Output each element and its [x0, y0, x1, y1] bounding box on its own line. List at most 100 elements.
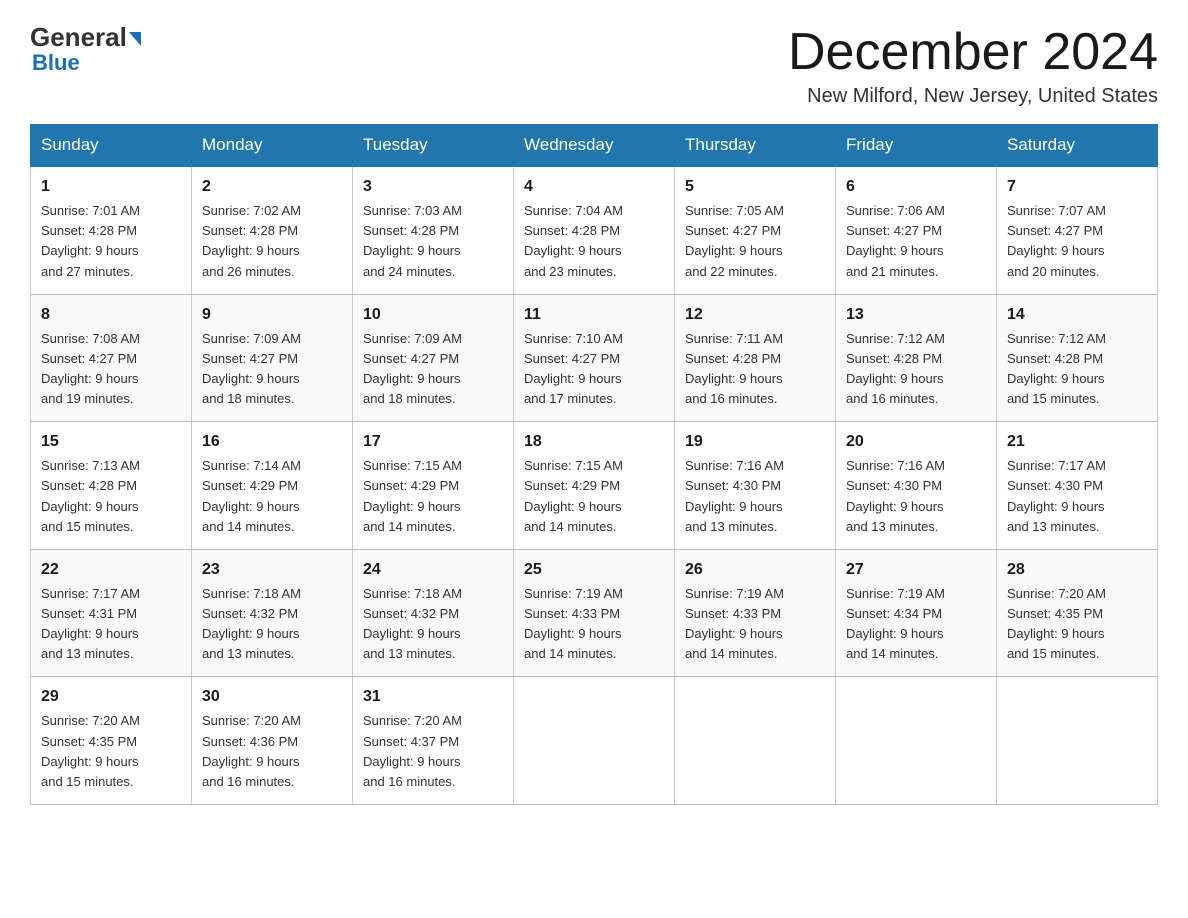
calendar-cell: 9Sunrise: 7:09 AMSunset: 4:27 PMDaylight…	[192, 294, 353, 422]
day-number: 26	[685, 558, 825, 582]
week-row-5: 29Sunrise: 7:20 AMSunset: 4:35 PMDayligh…	[31, 677, 1158, 805]
day-info: Sunrise: 7:03 AMSunset: 4:28 PMDaylight:…	[363, 201, 503, 282]
day-number: 5	[685, 175, 825, 199]
page-header: General Blue December 2024 New Milford, …	[30, 24, 1158, 108]
logo: General Blue	[30, 24, 141, 76]
week-row-4: 22Sunrise: 7:17 AMSunset: 4:31 PMDayligh…	[31, 549, 1158, 677]
calendar-cell: 22Sunrise: 7:17 AMSunset: 4:31 PMDayligh…	[31, 549, 192, 677]
day-number: 4	[524, 175, 664, 199]
day-info: Sunrise: 7:06 AMSunset: 4:27 PMDaylight:…	[846, 201, 986, 282]
month-title: December 2024	[788, 24, 1158, 81]
calendar-cell: 25Sunrise: 7:19 AMSunset: 4:33 PMDayligh…	[514, 549, 675, 677]
day-info: Sunrise: 7:17 AMSunset: 4:30 PMDaylight:…	[1007, 456, 1147, 537]
day-info: Sunrise: 7:18 AMSunset: 4:32 PMDaylight:…	[363, 584, 503, 665]
day-number: 9	[202, 303, 342, 327]
day-number: 20	[846, 430, 986, 454]
day-number: 8	[41, 303, 181, 327]
day-info: Sunrise: 7:16 AMSunset: 4:30 PMDaylight:…	[685, 456, 825, 537]
day-number: 3	[363, 175, 503, 199]
day-number: 21	[1007, 430, 1147, 454]
calendar-cell: 30Sunrise: 7:20 AMSunset: 4:36 PMDayligh…	[192, 677, 353, 805]
calendar-cell: 27Sunrise: 7:19 AMSunset: 4:34 PMDayligh…	[836, 549, 997, 677]
day-info: Sunrise: 7:17 AMSunset: 4:31 PMDaylight:…	[41, 584, 181, 665]
day-info: Sunrise: 7:10 AMSunset: 4:27 PMDaylight:…	[524, 329, 664, 410]
day-info: Sunrise: 7:15 AMSunset: 4:29 PMDaylight:…	[363, 456, 503, 537]
day-info: Sunrise: 7:20 AMSunset: 4:35 PMDaylight:…	[1007, 584, 1147, 665]
calendar-cell: 1Sunrise: 7:01 AMSunset: 4:28 PMDaylight…	[31, 166, 192, 294]
calendar-cell: 6Sunrise: 7:06 AMSunset: 4:27 PMDaylight…	[836, 166, 997, 294]
day-number: 1	[41, 175, 181, 199]
calendar-cell	[675, 677, 836, 805]
day-info: Sunrise: 7:18 AMSunset: 4:32 PMDaylight:…	[202, 584, 342, 665]
day-number: 19	[685, 430, 825, 454]
day-info: Sunrise: 7:11 AMSunset: 4:28 PMDaylight:…	[685, 329, 825, 410]
calendar-cell: 15Sunrise: 7:13 AMSunset: 4:28 PMDayligh…	[31, 422, 192, 550]
day-number: 14	[1007, 303, 1147, 327]
calendar-cell: 18Sunrise: 7:15 AMSunset: 4:29 PMDayligh…	[514, 422, 675, 550]
day-number: 23	[202, 558, 342, 582]
calendar-cell: 4Sunrise: 7:04 AMSunset: 4:28 PMDaylight…	[514, 166, 675, 294]
day-number: 15	[41, 430, 181, 454]
calendar-header: SundayMondayTuesdayWednesdayThursdayFrid…	[31, 125, 1158, 167]
day-number: 30	[202, 685, 342, 709]
day-number: 24	[363, 558, 503, 582]
day-number: 11	[524, 303, 664, 327]
day-info: Sunrise: 7:14 AMSunset: 4:29 PMDaylight:…	[202, 456, 342, 537]
calendar-cell: 29Sunrise: 7:20 AMSunset: 4:35 PMDayligh…	[31, 677, 192, 805]
col-header-saturday: Saturday	[997, 125, 1158, 167]
calendar-cell: 5Sunrise: 7:05 AMSunset: 4:27 PMDaylight…	[675, 166, 836, 294]
calendar-cell: 7Sunrise: 7:07 AMSunset: 4:27 PMDaylight…	[997, 166, 1158, 294]
day-info: Sunrise: 7:09 AMSunset: 4:27 PMDaylight:…	[363, 329, 503, 410]
calendar-cell: 19Sunrise: 7:16 AMSunset: 4:30 PMDayligh…	[675, 422, 836, 550]
title-area: December 2024 New Milford, New Jersey, U…	[788, 24, 1158, 108]
week-row-3: 15Sunrise: 7:13 AMSunset: 4:28 PMDayligh…	[31, 422, 1158, 550]
day-info: Sunrise: 7:09 AMSunset: 4:27 PMDaylight:…	[202, 329, 342, 410]
day-info: Sunrise: 7:16 AMSunset: 4:30 PMDaylight:…	[846, 456, 986, 537]
col-header-thursday: Thursday	[675, 125, 836, 167]
calendar-cell: 23Sunrise: 7:18 AMSunset: 4:32 PMDayligh…	[192, 549, 353, 677]
day-number: 7	[1007, 175, 1147, 199]
week-row-1: 1Sunrise: 7:01 AMSunset: 4:28 PMDaylight…	[31, 166, 1158, 294]
day-info: Sunrise: 7:02 AMSunset: 4:28 PMDaylight:…	[202, 201, 342, 282]
day-number: 6	[846, 175, 986, 199]
day-number: 16	[202, 430, 342, 454]
day-info: Sunrise: 7:19 AMSunset: 4:34 PMDaylight:…	[846, 584, 986, 665]
location-title: New Milford, New Jersey, United States	[788, 85, 1158, 108]
logo-arrow-icon	[129, 32, 141, 46]
calendar-cell: 31Sunrise: 7:20 AMSunset: 4:37 PMDayligh…	[353, 677, 514, 805]
day-number: 29	[41, 685, 181, 709]
col-header-tuesday: Tuesday	[353, 125, 514, 167]
logo-general: General	[30, 24, 141, 50]
calendar-cell: 24Sunrise: 7:18 AMSunset: 4:32 PMDayligh…	[353, 549, 514, 677]
day-info: Sunrise: 7:20 AMSunset: 4:36 PMDaylight:…	[202, 711, 342, 792]
day-number: 10	[363, 303, 503, 327]
calendar-cell: 14Sunrise: 7:12 AMSunset: 4:28 PMDayligh…	[997, 294, 1158, 422]
day-number: 18	[524, 430, 664, 454]
col-header-wednesday: Wednesday	[514, 125, 675, 167]
day-info: Sunrise: 7:07 AMSunset: 4:27 PMDaylight:…	[1007, 201, 1147, 282]
day-info: Sunrise: 7:20 AMSunset: 4:37 PMDaylight:…	[363, 711, 503, 792]
day-number: 31	[363, 685, 503, 709]
day-number: 27	[846, 558, 986, 582]
day-number: 25	[524, 558, 664, 582]
day-number: 22	[41, 558, 181, 582]
col-header-friday: Friday	[836, 125, 997, 167]
calendar-cell: 10Sunrise: 7:09 AMSunset: 4:27 PMDayligh…	[353, 294, 514, 422]
calendar-cell: 12Sunrise: 7:11 AMSunset: 4:28 PMDayligh…	[675, 294, 836, 422]
day-info: Sunrise: 7:01 AMSunset: 4:28 PMDaylight:…	[41, 201, 181, 282]
calendar-table: SundayMondayTuesdayWednesdayThursdayFrid…	[30, 124, 1158, 805]
calendar-cell	[836, 677, 997, 805]
calendar-cell: 2Sunrise: 7:02 AMSunset: 4:28 PMDaylight…	[192, 166, 353, 294]
calendar-cell: 26Sunrise: 7:19 AMSunset: 4:33 PMDayligh…	[675, 549, 836, 677]
day-info: Sunrise: 7:08 AMSunset: 4:27 PMDaylight:…	[41, 329, 181, 410]
calendar-cell: 21Sunrise: 7:17 AMSunset: 4:30 PMDayligh…	[997, 422, 1158, 550]
calendar-cell: 17Sunrise: 7:15 AMSunset: 4:29 PMDayligh…	[353, 422, 514, 550]
day-number: 12	[685, 303, 825, 327]
day-info: Sunrise: 7:12 AMSunset: 4:28 PMDaylight:…	[846, 329, 986, 410]
calendar-cell: 28Sunrise: 7:20 AMSunset: 4:35 PMDayligh…	[997, 549, 1158, 677]
day-info: Sunrise: 7:15 AMSunset: 4:29 PMDaylight:…	[524, 456, 664, 537]
week-row-2: 8Sunrise: 7:08 AMSunset: 4:27 PMDaylight…	[31, 294, 1158, 422]
day-info: Sunrise: 7:20 AMSunset: 4:35 PMDaylight:…	[41, 711, 181, 792]
day-number: 2	[202, 175, 342, 199]
day-number: 17	[363, 430, 503, 454]
